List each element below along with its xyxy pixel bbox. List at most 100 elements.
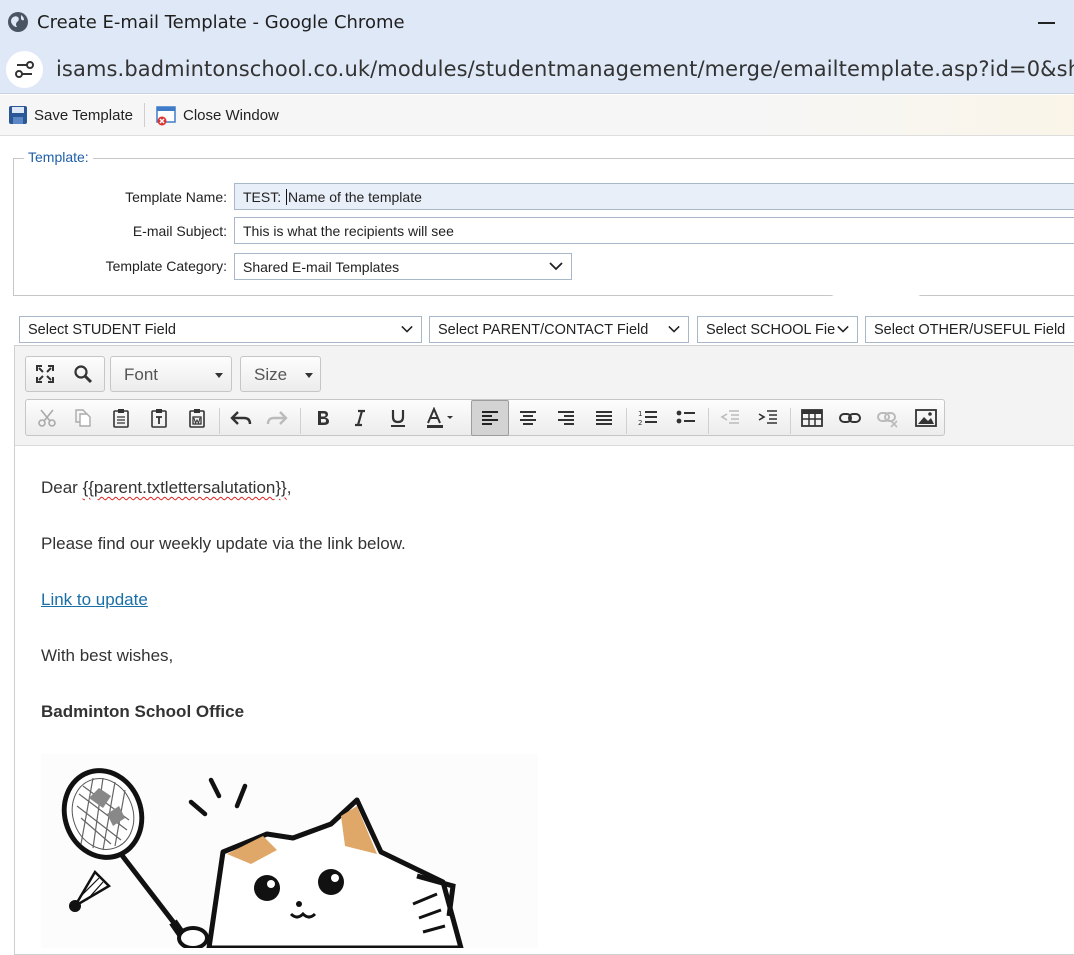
template-category-select[interactable]: Shared E-mail Templates bbox=[234, 253, 572, 280]
italic-icon bbox=[355, 409, 365, 427]
floppy-disk-icon bbox=[9, 106, 27, 124]
site-info-button[interactable] bbox=[6, 51, 43, 88]
cut-button[interactable] bbox=[30, 401, 64, 435]
outdent-icon bbox=[720, 410, 739, 424]
justify-icon bbox=[596, 411, 612, 425]
insert-table-button[interactable] bbox=[795, 401, 829, 435]
undo-icon bbox=[230, 411, 252, 425]
outdent-button[interactable] bbox=[713, 401, 747, 435]
app-toolbar: Save Template Close Window bbox=[0, 95, 1074, 136]
other-useful-field-select[interactable]: Select OTHER/USEFUL Field bbox=[865, 316, 1074, 343]
svg-text:2: 2 bbox=[638, 419, 642, 427]
template-name-value: Name of the template bbox=[288, 189, 422, 205]
redo-icon bbox=[266, 411, 288, 425]
font-dropdown-label: Font bbox=[124, 365, 159, 384]
merge-field-salutation: {{parent.txtlettersalutation}} bbox=[82, 478, 287, 497]
url-text[interactable]: isams.badmintonschool.co.uk/modules/stud… bbox=[56, 57, 1074, 81]
align-left-button[interactable] bbox=[471, 400, 509, 436]
body-paragraph[interactable]: Please find our weekly update via the li… bbox=[41, 534, 406, 554]
link-icon bbox=[839, 413, 861, 423]
bulleted-list-button[interactable] bbox=[669, 401, 703, 435]
bold-icon bbox=[318, 411, 329, 425]
redo-button[interactable] bbox=[260, 401, 294, 435]
toolbar-separator bbox=[300, 408, 301, 434]
signoff-line[interactable]: With best wishes, bbox=[41, 646, 173, 666]
size-dropdown[interactable]: Size bbox=[240, 356, 321, 392]
other-field-label: Select OTHER/USEFUL Field bbox=[874, 322, 1066, 338]
align-left-icon bbox=[482, 411, 498, 425]
image-icon bbox=[915, 409, 937, 427]
signature-line[interactable]: Badminton School Office bbox=[41, 702, 244, 722]
email-subject-value: This is what the recipients will see bbox=[243, 223, 454, 239]
window-title: Create E-mail Template - Google Chrome bbox=[37, 12, 405, 33]
greeting-suffix: , bbox=[286, 478, 292, 497]
toolbar-separator bbox=[626, 408, 627, 434]
globe-icon bbox=[8, 12, 28, 32]
dropdown-arrow-icon bbox=[215, 373, 223, 378]
template-name-field[interactable]: TEST: Name of the template bbox=[234, 183, 1074, 210]
template-name-prefix: TEST: bbox=[243, 189, 286, 205]
address-bar: isams.badmintonschool.co.uk/modules/stud… bbox=[0, 46, 1074, 94]
greeting-line[interactable]: Dear {{parent.txtlettersalutation}}, bbox=[41, 478, 291, 498]
tune-icon bbox=[15, 61, 34, 78]
minimize-button[interactable] bbox=[1038, 22, 1055, 24]
update-link[interactable]: Link to update bbox=[41, 590, 148, 610]
email-subject-field[interactable]: This is what the recipients will see bbox=[234, 217, 1074, 244]
browser-title-bar: Create E-mail Template - Google Chrome bbox=[0, 0, 1074, 46]
formatting-tools-group: 1 2 bbox=[25, 399, 945, 436]
paste-text-button[interactable] bbox=[142, 401, 176, 435]
find-button[interactable] bbox=[66, 357, 100, 391]
student-field-label: Select STUDENT Field bbox=[28, 322, 176, 338]
toolbar-separator bbox=[708, 408, 709, 434]
paste-text-icon bbox=[151, 409, 167, 428]
student-field-select[interactable]: Select STUDENT Field bbox=[19, 316, 422, 343]
underline-icon bbox=[391, 410, 405, 427]
svg-text:1: 1 bbox=[638, 410, 642, 418]
toolbar-separator bbox=[790, 408, 791, 434]
indent-icon bbox=[758, 410, 777, 424]
undo-button[interactable] bbox=[224, 401, 258, 435]
unlink-icon bbox=[877, 412, 898, 428]
chevron-down-icon bbox=[399, 324, 413, 334]
underline-button[interactable] bbox=[381, 401, 415, 435]
paste-button[interactable] bbox=[104, 401, 138, 435]
bold-button[interactable] bbox=[306, 401, 340, 435]
numbered-list-icon: 1 2 bbox=[638, 410, 657, 427]
remove-link-button[interactable] bbox=[871, 401, 905, 435]
text-color-icon bbox=[427, 407, 453, 428]
parent-field-label: Select PARENT/CONTACT Field bbox=[438, 322, 649, 338]
toolbar-separator bbox=[219, 408, 220, 434]
close-window-icon bbox=[156, 106, 176, 126]
clipboard-icon bbox=[113, 409, 129, 428]
maximize-button[interactable] bbox=[28, 357, 62, 391]
close-window-label: Close Window bbox=[183, 107, 279, 124]
cat-with-racket-image bbox=[61, 768, 464, 948]
copy-button[interactable] bbox=[66, 401, 100, 435]
align-right-button[interactable] bbox=[549, 401, 583, 435]
italic-button[interactable] bbox=[343, 401, 377, 435]
greeting-prefix: Dear bbox=[41, 478, 83, 497]
scissors-icon bbox=[38, 409, 56, 427]
cat-badminton-illustration[interactable] bbox=[41, 754, 538, 948]
align-right-icon bbox=[558, 411, 574, 425]
indent-button[interactable] bbox=[751, 401, 785, 435]
insert-image-button[interactable] bbox=[909, 401, 943, 435]
parent-contact-field-select[interactable]: Select PARENT/CONTACT Field bbox=[429, 316, 689, 343]
template-category-label: Template Category: bbox=[105, 258, 227, 274]
close-window-button[interactable]: Close Window bbox=[156, 105, 279, 126]
school-field-label: Select SCHOOL Fie bbox=[706, 322, 836, 338]
justify-button[interactable] bbox=[587, 401, 621, 435]
school-field-select[interactable]: Select SCHOOL Fie bbox=[697, 316, 858, 343]
align-center-button[interactable] bbox=[511, 401, 545, 435]
text-color-button[interactable] bbox=[420, 401, 460, 435]
paste-word-button[interactable] bbox=[180, 401, 214, 435]
align-center-icon bbox=[520, 411, 536, 425]
chevron-down-icon bbox=[835, 324, 849, 334]
numbered-list-button[interactable]: 1 2 bbox=[631, 401, 665, 435]
copy-icon bbox=[75, 409, 91, 427]
save-template-button[interactable]: Save Template bbox=[8, 105, 133, 125]
maximize-icon bbox=[36, 365, 54, 383]
insert-link-button[interactable] bbox=[833, 401, 867, 435]
template-name-label: Template Name: bbox=[125, 189, 227, 205]
font-dropdown[interactable]: Font bbox=[110, 356, 232, 392]
